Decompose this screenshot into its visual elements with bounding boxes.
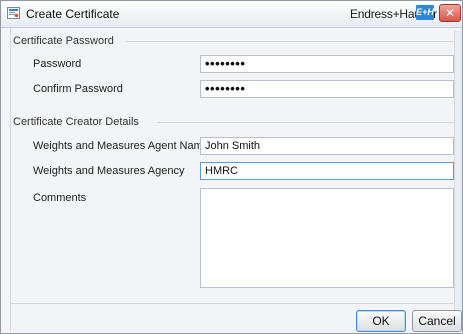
- scrollbar[interactable]: [454, 31, 462, 331]
- ok-button[interactable]: OK: [356, 310, 406, 332]
- create-certificate-dialog: Create Certificate Endress+Hauser E+H ✕ …: [0, 0, 463, 334]
- agent-name-field[interactable]: John Smith: [200, 137, 454, 155]
- creator-section-divider: [157, 122, 454, 123]
- password-field[interactable]: ••••••••: [200, 55, 454, 73]
- cancel-button[interactable]: Cancel: [412, 310, 462, 332]
- creator-section-title: Certificate Creator Details: [13, 116, 139, 128]
- password-section-title: Certificate Password: [13, 35, 114, 47]
- comments-label: Comments: [33, 192, 87, 204]
- certificate-app-icon: [7, 7, 20, 19]
- agent-name-label: Weights and Measures Agent Name: [33, 140, 209, 152]
- eh-logo-icon: E+H: [416, 5, 434, 20]
- title-bar[interactable]: Create Certificate Endress+Hauser E+H ✕: [1, 1, 462, 28]
- agency-field[interactable]: HMRC: [200, 162, 454, 180]
- left-frame-line: [10, 28, 11, 331]
- close-button[interactable]: ✕: [439, 4, 461, 22]
- footer-divider: [11, 303, 455, 304]
- agency-label: Weights and Measures Agency: [33, 165, 185, 177]
- brand-mark: Endress+Hauser E+H: [350, 5, 437, 23]
- password-section-divider: [126, 41, 454, 42]
- comments-textarea[interactable]: [200, 188, 454, 288]
- confirm-password-field[interactable]: ••••••••: [200, 80, 454, 98]
- confirm-password-label: Confirm Password: [33, 83, 123, 95]
- window-title: Create Certificate: [26, 7, 120, 21]
- password-label: Password: [33, 58, 82, 70]
